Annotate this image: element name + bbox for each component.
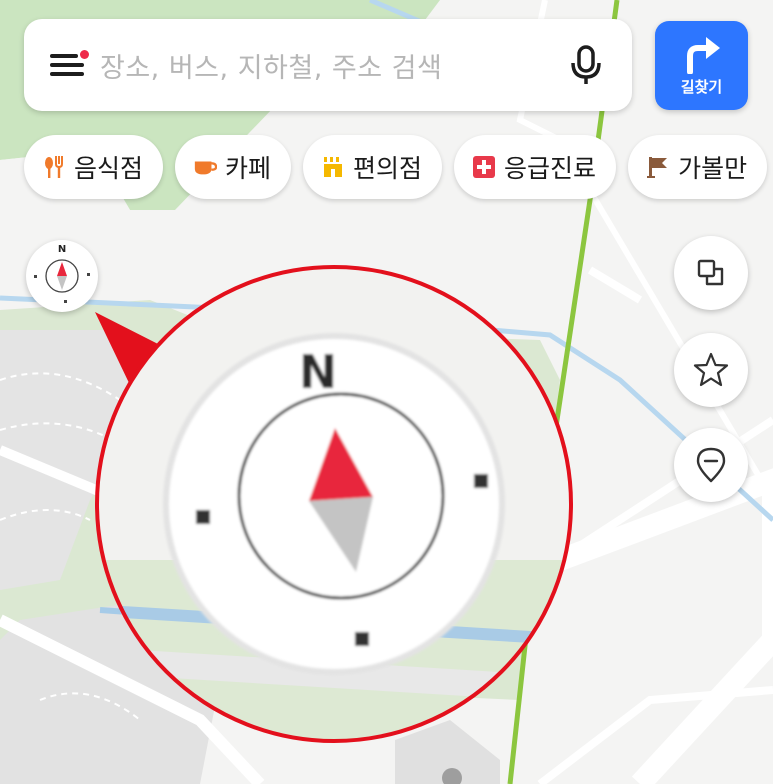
my-location-button[interactable] — [674, 428, 748, 502]
compass-icon: N — [34, 244, 90, 303]
search-input[interactable]: 장소, 버스, 지하철, 주소 검색 — [100, 46, 556, 85]
map-screen: 서해선 장소, 버스, 지하철, 주소 검색 길찾기 음식점 카페 편의점 응급… — [0, 0, 773, 784]
search-bar[interactable]: 장소, 버스, 지하철, 주소 검색 — [24, 19, 632, 111]
chip-label: 가볼만 — [678, 154, 748, 183]
first-aid-icon — [472, 155, 496, 179]
compass-button[interactable]: N — [26, 240, 98, 312]
directions-button[interactable]: 길찾기 — [655, 21, 748, 110]
chip-attractions[interactable]: 가볼만 — [628, 135, 768, 199]
map-canvas[interactable] — [0, 0, 773, 784]
coffee-cup-icon — [193, 155, 218, 179]
category-chips: 음식점 카페 편의점 응급진료 가볼만 — [24, 135, 768, 201]
star-icon — [693, 352, 729, 387]
chip-cafe[interactable]: 카페 — [175, 135, 292, 199]
chip-label: 응급진료 — [504, 154, 597, 183]
chip-label: 음식점 — [74, 154, 144, 183]
flag-icon — [646, 155, 670, 179]
chip-label: 편의점 — [353, 154, 423, 183]
menu-button[interactable] — [50, 48, 90, 82]
chip-label: 카페 — [225, 154, 272, 183]
microphone-icon — [571, 45, 601, 84]
menu-icon-bar — [50, 63, 84, 67]
layers-icon — [697, 259, 724, 286]
menu-icon — [50, 54, 78, 58]
directions-label: 길찾기 — [680, 78, 723, 96]
convenience-store-icon — [321, 155, 345, 179]
chip-restaurant[interactable]: 음식점 — [24, 135, 164, 199]
favorites-button[interactable] — [674, 333, 748, 407]
compass-north-label: N — [58, 244, 66, 255]
notification-dot — [80, 50, 89, 59]
turn-right-arrow-icon — [686, 37, 720, 74]
voice-search-button[interactable] — [556, 35, 616, 95]
map-layers-button[interactable] — [674, 236, 748, 310]
chip-convenience-store[interactable]: 편의점 — [303, 135, 443, 199]
location-pin-icon — [696, 447, 726, 483]
restaurant-icon — [42, 155, 66, 179]
chip-emergency-care[interactable]: 응급진료 — [454, 135, 617, 199]
menu-icon-bar — [50, 72, 84, 76]
